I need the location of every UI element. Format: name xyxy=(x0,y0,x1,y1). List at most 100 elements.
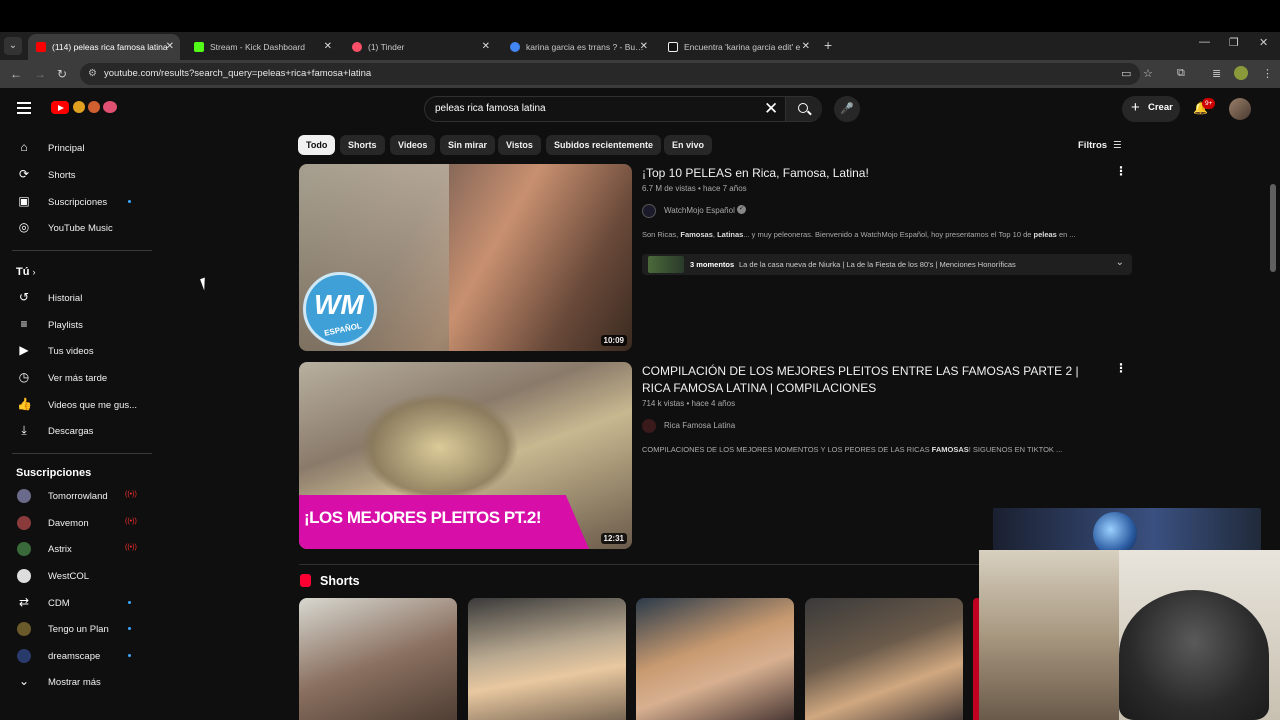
chip-videos[interactable]: Videos xyxy=(390,135,436,155)
shorts-icon: ⟳ xyxy=(18,167,30,181)
short-thumbnail[interactable] xyxy=(299,598,457,720)
bookmark-star-icon[interactable]: ☆ xyxy=(1143,67,1153,80)
close-icon[interactable]: ✕ xyxy=(482,41,490,52)
restore-icon[interactable]: ❐ xyxy=(1229,36,1239,49)
chip-subidos-recientemente[interactable]: Subidos recientemente xyxy=(546,135,662,155)
video-description: Son Ricas, Famosas, Latinas... y muy pel… xyxy=(642,230,1076,239)
sidebar-sub-astrix[interactable]: Astrix ((•)) xyxy=(0,536,160,562)
tab-tiktok[interactable]: Encuentra 'karina garcia edit' e ✕ xyxy=(660,34,816,60)
sidebar-sub-tengo-un-plan[interactable]: Tengo un Plan xyxy=(0,616,160,642)
sidebar-sub-westcol[interactable]: WestCOL xyxy=(0,563,160,589)
close-icon[interactable]: ✕ xyxy=(640,41,648,52)
doodle-icon xyxy=(73,101,85,113)
new-tab-button[interactable]: + xyxy=(824,37,832,53)
sidebar-item-ver-mas-tarde[interactable]: ◷ Ver más tarde xyxy=(0,365,160,391)
more-actions-icon[interactable]: ⋮ xyxy=(1115,164,1127,178)
downloads-icon: ⤓ xyxy=(21,423,27,437)
subscriptions-icon: ▣ xyxy=(18,194,30,208)
minimize-icon[interactable]: — xyxy=(1199,36,1210,48)
sidebar-you-heading[interactable]: Tú › xyxy=(16,266,36,278)
music-icon: ◎ xyxy=(18,220,30,234)
chip-todo[interactable]: Todo xyxy=(298,135,336,155)
sidebar-item-historial[interactable]: ↺ Historial xyxy=(0,285,160,311)
sidebar-sub-cdm[interactable]: ⇄ CDM xyxy=(0,590,160,616)
more-actions-icon[interactable]: ⋮ xyxy=(1115,361,1127,375)
short-thumbnail[interactable] xyxy=(636,598,794,720)
clear-search-icon[interactable]: ✕ xyxy=(764,99,778,119)
sidebar-sub-tomorrowland[interactable]: Tomorrowland ((•)) xyxy=(0,483,160,509)
close-icon[interactable]: ✕ xyxy=(802,41,810,52)
sidebar-item-label: dreamscape xyxy=(48,651,101,662)
sidebar-item-label: Tengo un Plan xyxy=(48,624,109,635)
tab-google[interactable]: karina garcia es trrans ? - Buscar ✕ xyxy=(502,34,654,60)
video-title[interactable]: ¡Top 10 PELEAS en Rica, Famosa, Latina! xyxy=(642,165,1082,182)
close-icon[interactable]: ✕ xyxy=(166,41,174,52)
watch-later-icon: ◷ xyxy=(18,370,30,384)
short-thumbnail[interactable] xyxy=(468,598,626,720)
short-thumbnail[interactable] xyxy=(805,598,963,720)
video-description: COMPILACIONES DE LOS MEJORES MOMENTOS Y … xyxy=(642,445,1063,454)
create-button[interactable]: + Crear xyxy=(1122,96,1180,122)
sidebar-item-tus-videos[interactable]: ▶ Tus videos xyxy=(0,338,160,364)
window-close-icon[interactable]: ✕ xyxy=(1259,36,1268,49)
browser-profile-avatar[interactable] xyxy=(1234,66,1248,80)
new-content-dot xyxy=(128,601,131,604)
browser-menu-icon[interactable]: ⋮ xyxy=(1262,67,1273,80)
sidebar-show-more[interactable]: ⌄ Mostrar más xyxy=(0,669,160,695)
channel-avatar xyxy=(17,542,31,556)
sidebar-item-liked-videos[interactable]: 👍 Videos que me gus... xyxy=(0,392,160,418)
chip-vistos[interactable]: Vistos xyxy=(498,135,541,155)
media-controls-icon[interactable]: ≣ xyxy=(1212,67,1221,80)
chevron-down-icon: ⌄ xyxy=(18,674,30,688)
sidebar-item-descargas[interactable]: ⤓ Descargas xyxy=(0,418,160,444)
youtube-page: peleas rica famosa latina ✕ 🎤 + Crear 🔔 9… xyxy=(0,88,1280,720)
shorts-heading: Shorts xyxy=(300,574,360,588)
sidebar-sub-davemon[interactable]: Davemon ((•)) xyxy=(0,510,160,536)
video-thumbnail[interactable]: WM ESPAÑOL 10:09 xyxy=(299,164,632,351)
chip-en-vivo[interactable]: En vivo xyxy=(664,135,713,155)
kick-favicon-icon xyxy=(194,42,204,52)
sidebar-item-principal[interactable]: ⌂ Principal xyxy=(0,135,160,161)
microphone-icon[interactable]: 🎤 xyxy=(834,96,860,122)
tab-tinder[interactable]: (1) Tinder ✕ xyxy=(344,34,496,60)
close-icon[interactable]: ✕ xyxy=(324,41,332,52)
url-field[interactable]: ⚙ youtube.com/results?search_query=pelea… xyxy=(80,63,1140,85)
chip-sin-mirar[interactable]: Sin mirar xyxy=(440,135,496,155)
cast-icon[interactable]: ▭ xyxy=(1121,67,1131,80)
sidebar-item-youtube-music[interactable]: ◎ YouTube Music xyxy=(0,215,160,241)
video-thumbnail[interactable]: ¡LOS MEJORES PLEITOS PT.2! 12:31 xyxy=(299,362,632,549)
key-moments-bar[interactable]: 3 momentos La de la casa nueva de Niurka… xyxy=(642,254,1132,275)
video-title[interactable]: COMPILACIÓN DE LOS MEJORES PLEITOS ENTRE… xyxy=(642,363,1082,397)
filters-button[interactable]: Filtros ☰ xyxy=(1078,140,1122,151)
search-box[interactable]: peleas rica famosa latina ✕ xyxy=(424,96,822,122)
sidebar-item-label: Playlists xyxy=(48,320,83,331)
reload-icon[interactable]: ↻ xyxy=(57,67,67,81)
sidebar-sub-dreamscape[interactable]: dreamscape xyxy=(0,643,160,669)
video-duration: 12:31 xyxy=(600,533,627,544)
sidebar-item-label: Tus videos xyxy=(48,346,94,357)
sidebar-item-shorts[interactable]: ⟳ Shorts xyxy=(0,162,160,188)
sidebar-item-suscripciones[interactable]: ▣ Suscripciones xyxy=(0,189,160,215)
tab-kick[interactable]: Stream - Kick Dashboard ✕ xyxy=(186,34,338,60)
youtube-logo[interactable] xyxy=(51,101,69,114)
sidebar-item-playlists[interactable]: ≡ Playlists xyxy=(0,312,160,338)
page-scrollbar[interactable] xyxy=(1270,184,1276,272)
sidebar-subscriptions-heading[interactable]: Suscripciones xyxy=(16,467,91,479)
forward-icon[interactable]: → xyxy=(34,67,46,81)
chevron-down-icon[interactable]: ⌄ xyxy=(1116,257,1124,268)
chip-shorts[interactable]: Shorts xyxy=(340,135,385,155)
video-meta: 6.7 M de vistas • hace 7 años xyxy=(642,184,747,193)
tab-title: (114) peleas rica famosa latina xyxy=(52,42,168,52)
tab-youtube[interactable]: (114) peleas rica famosa latina ✕ xyxy=(28,34,180,60)
account-avatar[interactable] xyxy=(1229,98,1251,120)
site-info-icon[interactable]: ⚙ xyxy=(88,68,97,79)
sidebar-item-label: Shorts xyxy=(48,170,76,181)
extensions-icon[interactable]: ⧉ xyxy=(1177,67,1185,80)
search-button[interactable] xyxy=(785,97,822,121)
hamburger-menu-icon[interactable] xyxy=(17,102,31,117)
tab-search-icon[interactable]: ⌄ xyxy=(4,37,22,55)
back-icon[interactable]: ← xyxy=(10,67,22,81)
browser-tab-strip: ⌄ (114) peleas rica famosa latina ✕ Stre… xyxy=(0,32,1280,60)
search-input[interactable]: peleas rica famosa latina xyxy=(435,103,546,114)
moment-thumbnail xyxy=(648,256,684,273)
